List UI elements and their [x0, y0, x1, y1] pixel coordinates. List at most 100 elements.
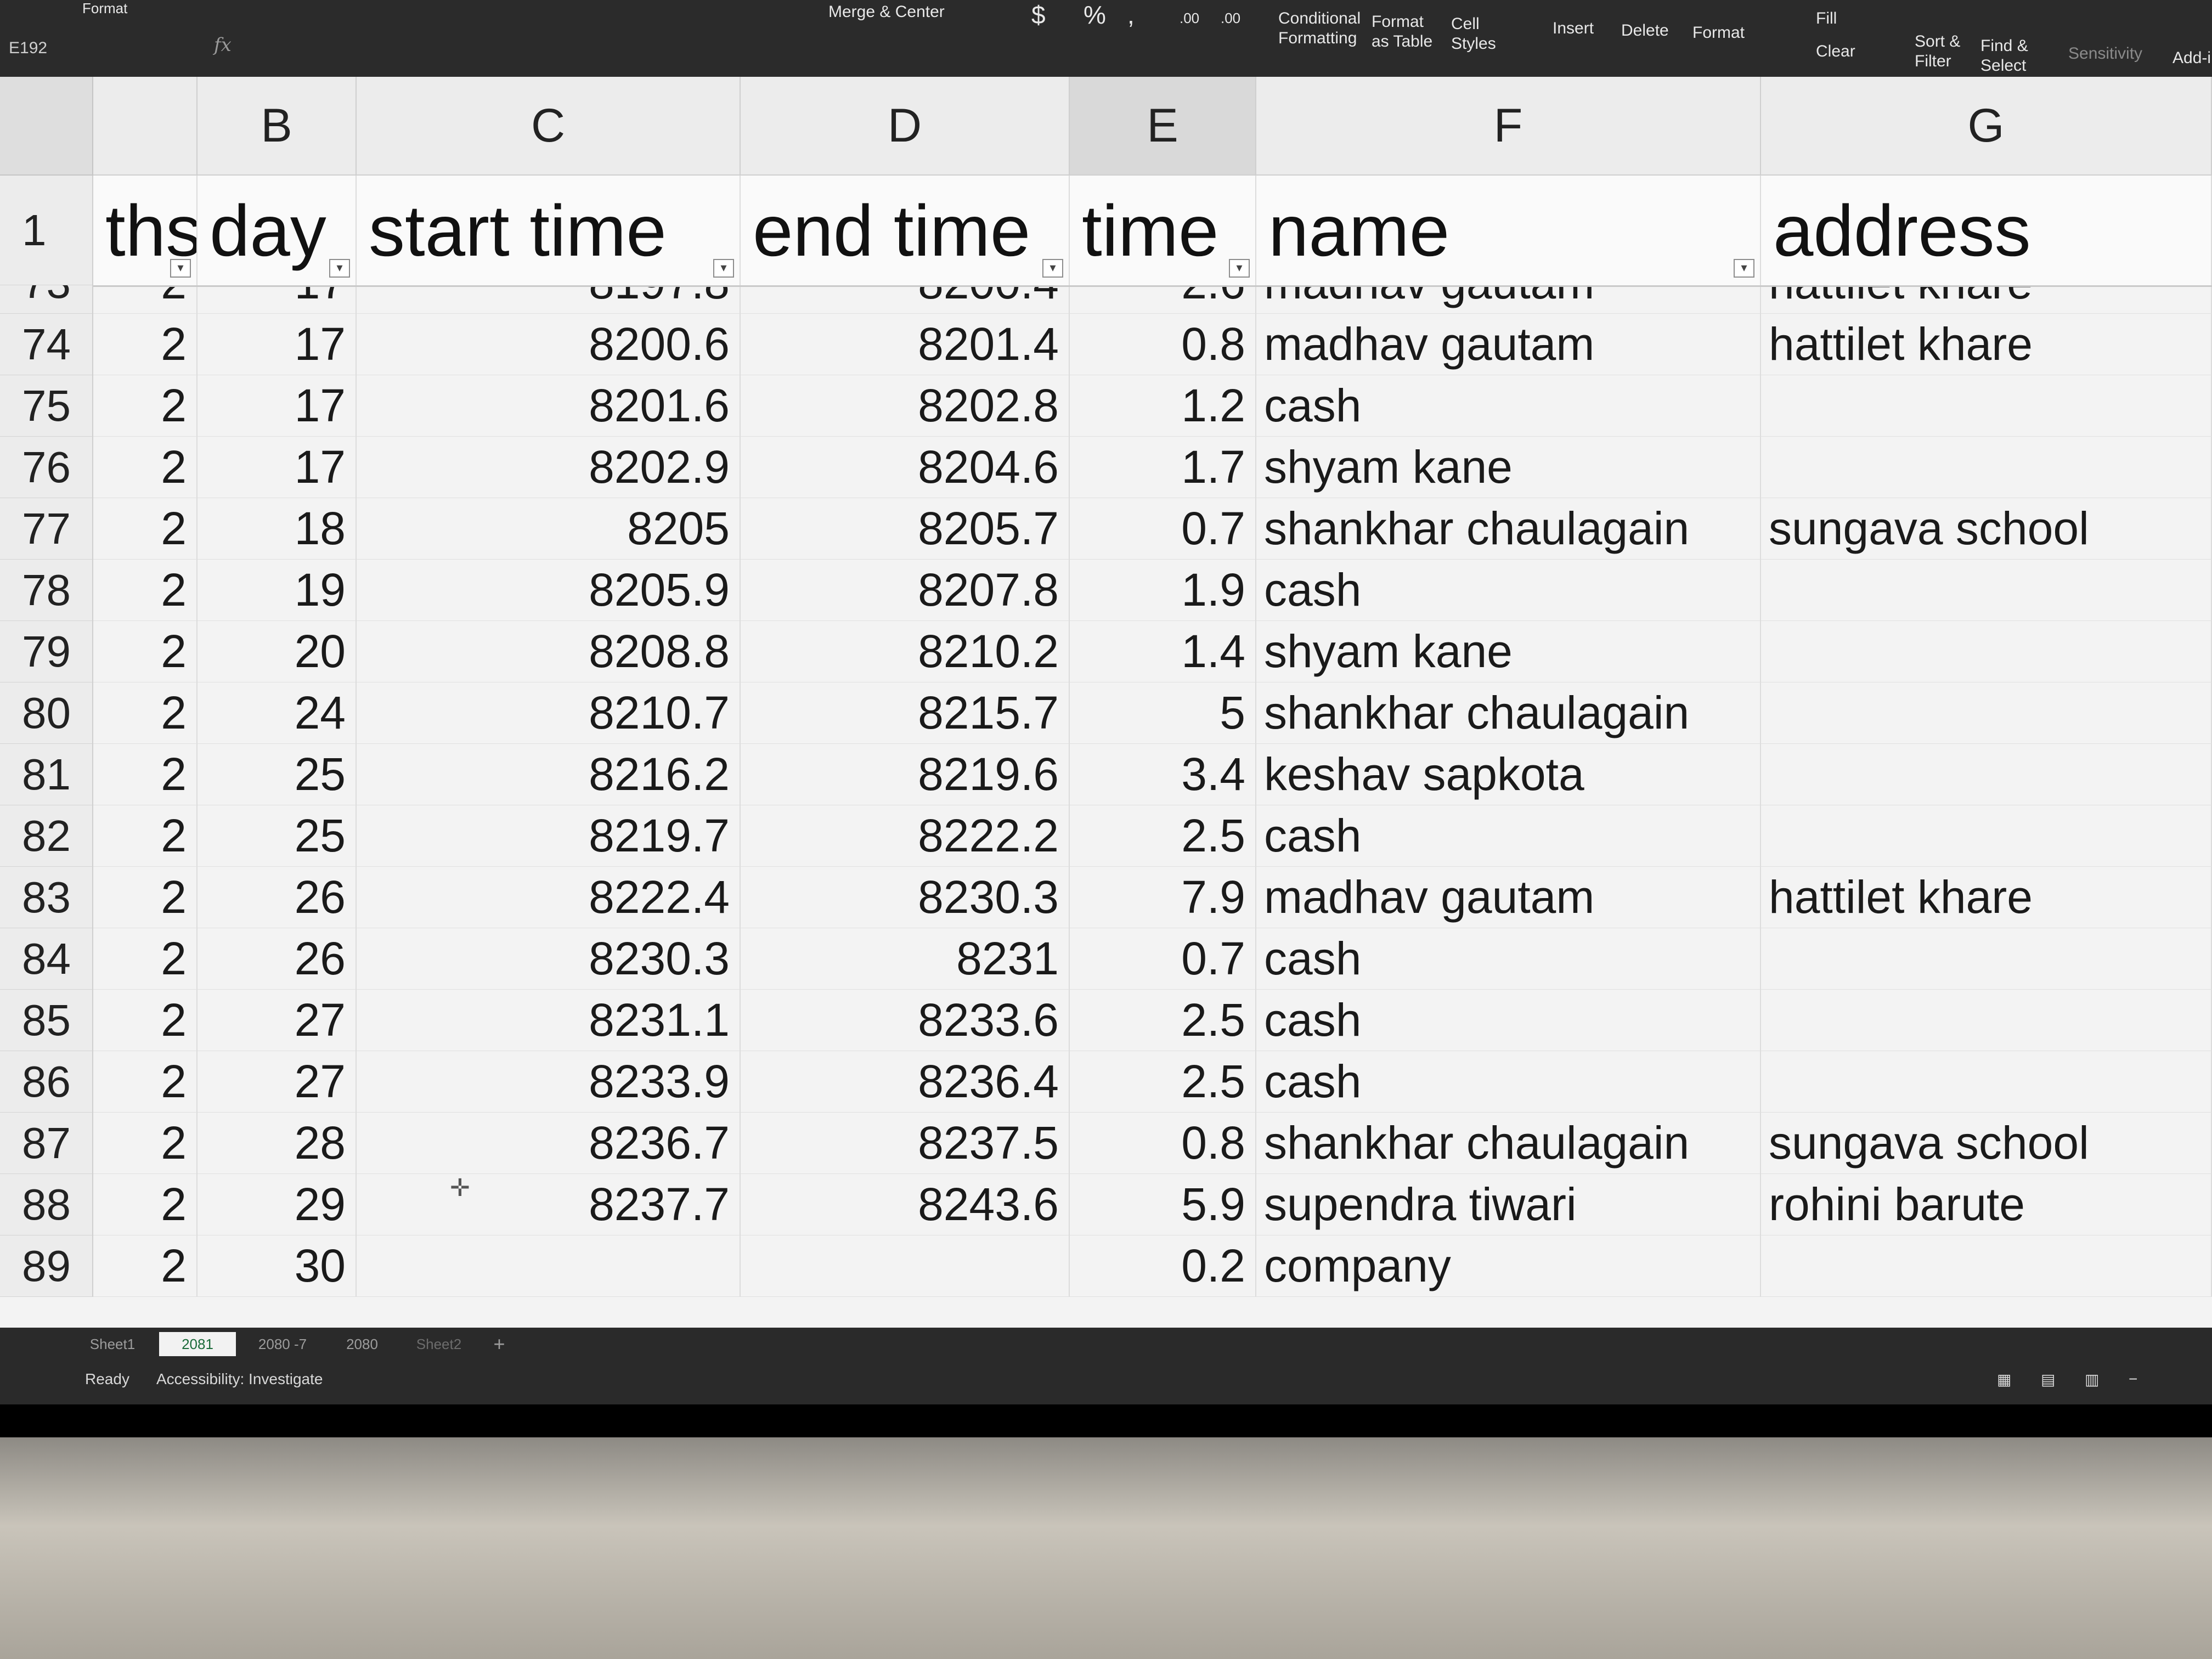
table-cell[interactable]: cash — [1256, 928, 1761, 990]
table-cell[interactable]: 1.2 — [1070, 375, 1256, 437]
table-cell[interactable]: 8230.3 — [741, 867, 1070, 928]
table-cell[interactable] — [1761, 682, 2212, 744]
filter-dropdown-icon[interactable]: ▾ — [329, 259, 350, 278]
table-cell[interactable]: 8205.9 — [357, 560, 741, 621]
row-header[interactable]: 85 — [0, 990, 93, 1051]
table-cell[interactable]: 24 — [198, 682, 357, 744]
table-cell[interactable]: 0.8 — [1070, 1113, 1256, 1174]
sheet-tab-active[interactable]: 2081 — [159, 1332, 236, 1356]
table-cell[interactable]: 8219.6 — [741, 744, 1070, 805]
addins-button[interactable]: Add-i — [2172, 48, 2211, 68]
row-header[interactable]: 79 — [0, 621, 93, 682]
format-cells-button[interactable]: Format — [1692, 23, 1745, 43]
column-header-g[interactable]: G — [1761, 77, 2212, 176]
table-cell[interactable]: 8210.2 — [741, 621, 1070, 682]
table-cell[interactable]: 2 — [93, 867, 198, 928]
table-cell[interactable]: 2 — [93, 928, 198, 990]
table-cell[interactable]: 8219.7 — [357, 805, 741, 867]
table-cell[interactable]: cash — [1256, 375, 1761, 437]
filter-dropdown-icon[interactable]: ▾ — [713, 259, 734, 278]
table-cell[interactable]: 27 — [198, 990, 357, 1051]
format-as-table-button[interactable]: Format as Table — [1372, 12, 1437, 52]
table-cell[interactable]: 2 — [93, 990, 198, 1051]
table-cell[interactable] — [1761, 928, 2212, 990]
row-header[interactable]: 83 — [0, 867, 93, 928]
select-all-corner[interactable] — [0, 77, 93, 176]
column-header-a[interactable] — [93, 77, 198, 176]
table-cell[interactable]: hattilet khare — [1761, 867, 2212, 928]
table-cell[interactable]: 8205.7 — [741, 498, 1070, 560]
table-cell[interactable]: 8231.1 — [357, 990, 741, 1051]
table-cell[interactable]: 8200.6 — [357, 314, 741, 375]
column-header-e[interactable]: E — [1070, 77, 1256, 176]
table-cell[interactable]: 8205 — [357, 498, 741, 560]
table-cell[interactable]: 8231 — [741, 928, 1070, 990]
sheet-tab[interactable]: Sheet1 — [71, 1332, 154, 1356]
header-cell[interactable]: name — [1256, 176, 1761, 285]
table-cell[interactable]: 17 — [198, 375, 357, 437]
fill-button[interactable]: Fill — [1816, 9, 1837, 29]
filter-dropdown-icon[interactable]: ▾ — [1042, 259, 1063, 278]
header-cell[interactable]: start time — [357, 176, 741, 285]
table-cell[interactable]: 2 — [93, 805, 198, 867]
table-cell[interactable]: 8215.7 — [741, 682, 1070, 744]
percent-button[interactable]: % — [1084, 0, 1106, 30]
row-header[interactable]: 84 — [0, 928, 93, 990]
header-cell[interactable]: time — [1070, 176, 1256, 285]
column-header-f[interactable]: F — [1256, 77, 1761, 176]
table-cell[interactable]: sungava school — [1761, 1113, 2212, 1174]
table-cell[interactable]: 8216.2 — [357, 744, 741, 805]
filter-dropdown-icon[interactable]: ▾ — [1734, 259, 1754, 278]
table-cell[interactable]: 25 — [198, 805, 357, 867]
sheet-tab[interactable]: 2080 — [329, 1332, 395, 1356]
table-cell[interactable]: 2 — [93, 1235, 198, 1297]
table-cell[interactable]: 8202.9 — [357, 437, 741, 498]
table-cell[interactable]: 27 — [198, 1051, 357, 1113]
add-sheet-icon[interactable]: + — [483, 1332, 516, 1356]
find-select-button[interactable]: Find & Select — [1980, 36, 2041, 76]
table-cell[interactable]: 2 — [93, 682, 198, 744]
table-cell[interactable] — [741, 1235, 1070, 1297]
table-cell[interactable]: 8236.4 — [741, 1051, 1070, 1113]
table-cell[interactable]: 5.9 — [1070, 1174, 1256, 1235]
sheet-tab[interactable]: 2080 -7 — [241, 1332, 324, 1356]
column-header-b[interactable]: B — [198, 77, 357, 176]
sensitivity-button[interactable]: Sensitivity — [2068, 44, 2142, 64]
conditional-formatting-button[interactable]: Conditional Formatting — [1278, 9, 1366, 48]
table-cell[interactable]: 2 — [93, 560, 198, 621]
accessibility-button[interactable]: Accessibility: Investigate — [156, 1370, 323, 1388]
comma-style-button[interactable]: , — [1127, 0, 1135, 30]
table-cell[interactable]: sungava school — [1761, 498, 2212, 560]
table-cell[interactable]: 0.2 — [1070, 1235, 1256, 1297]
normal-view-icon[interactable]: ▦ — [1997, 1370, 2011, 1389]
sort-filter-button[interactable]: Sort & Filter — [1915, 32, 1975, 71]
row-header[interactable]: 88 — [0, 1174, 93, 1235]
table-cell[interactable]: 20 — [198, 621, 357, 682]
row-header[interactable]: 1 — [0, 176, 93, 285]
row-header[interactable]: 78 — [0, 560, 93, 621]
increase-decimal-button[interactable]: .00 — [1180, 10, 1199, 27]
table-cell[interactable]: 8204.6 — [741, 437, 1070, 498]
column-header-c[interactable]: C — [357, 77, 741, 176]
table-cell[interactable]: 8207.8 — [741, 560, 1070, 621]
table-cell[interactable]: 29 — [198, 1174, 357, 1235]
filter-dropdown-icon[interactable]: ▾ — [1229, 259, 1250, 278]
table-cell[interactable] — [1761, 990, 2212, 1051]
table-cell[interactable]: hattilet khare — [1761, 314, 2212, 375]
table-cell[interactable]: 8237.5 — [741, 1113, 1070, 1174]
table-cell[interactable]: 19 — [198, 560, 357, 621]
table-cell[interactable]: 30 — [198, 1235, 357, 1297]
page-layout-icon[interactable]: ▤ — [2041, 1370, 2055, 1389]
decrease-decimal-button[interactable]: .00 — [1221, 10, 1240, 27]
table-cell[interactable]: 8237.7 — [357, 1174, 741, 1235]
fx-icon[interactable]: fx — [214, 34, 232, 56]
table-cell[interactable]: madhav gautam — [1256, 867, 1761, 928]
table-cell[interactable]: 2 — [93, 314, 198, 375]
table-cell[interactable]: 2 — [93, 1051, 198, 1113]
header-cell[interactable]: address — [1761, 176, 2212, 285]
row-header[interactable]: 74 — [0, 314, 93, 375]
table-cell[interactable]: cash — [1256, 560, 1761, 621]
clear-button[interactable]: Clear — [1816, 42, 1855, 61]
insert-cells-button[interactable]: Insert — [1553, 19, 1594, 38]
table-cell[interactable]: 0.7 — [1070, 928, 1256, 990]
